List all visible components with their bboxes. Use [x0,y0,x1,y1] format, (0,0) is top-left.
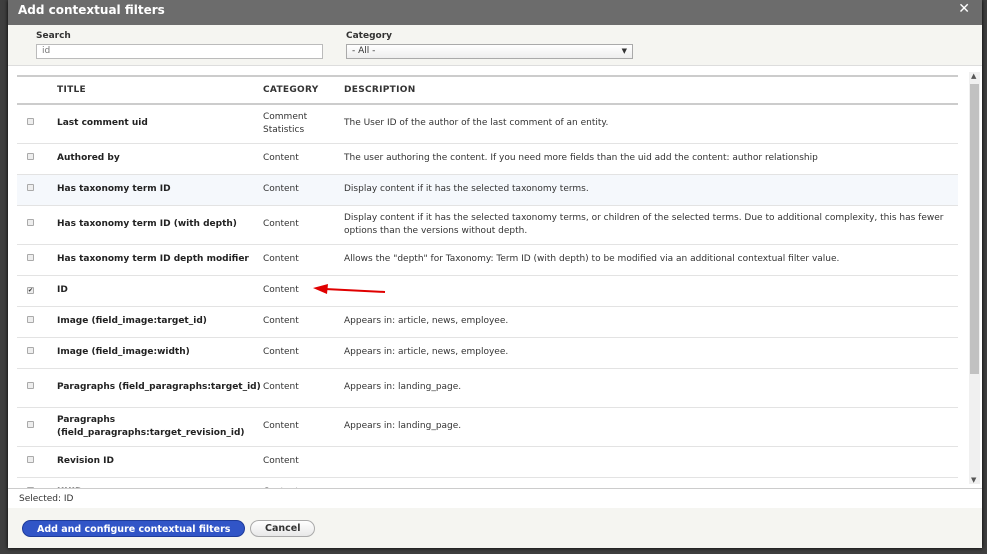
red-arrow-annotation [313,284,386,294]
